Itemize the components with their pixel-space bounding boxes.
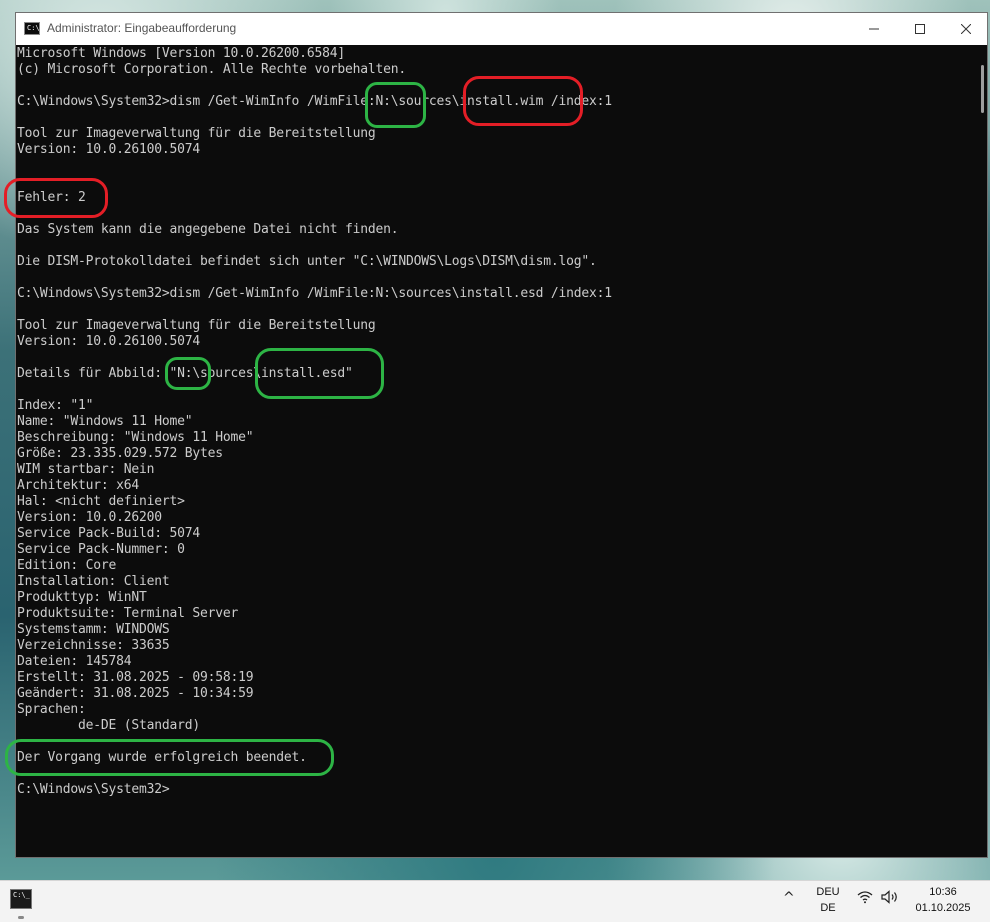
- maximize-button[interactable]: [897, 13, 943, 45]
- console-line: Index: "1": [17, 398, 94, 413]
- console-line: C:\Windows\System32>dism /Get-WimInfo /W…: [17, 286, 612, 301]
- console-line: Tool zur Imageverwaltung für die Bereits…: [17, 318, 376, 333]
- taskbar: C:\_ ^ DEU DE 10:36 01.10.2025: [0, 880, 990, 922]
- language-code: DEU: [816, 886, 840, 898]
- console-line: Verzeichnisse: 33635: [17, 638, 170, 653]
- minimize-button[interactable]: [851, 13, 897, 45]
- console-line: Beschreibung: "Windows 11 Home": [17, 430, 254, 445]
- close-button[interactable]: [943, 13, 989, 45]
- console-line: Version: 10.0.26100.5074: [17, 334, 201, 349]
- speaker-icon: [881, 890, 898, 904]
- annotation-circle-drive-esd: [165, 357, 211, 390]
- console-line: Die DISM-Protokolldatei befindet sich un…: [17, 254, 597, 269]
- console-line: (c) Microsoft Corporation. Alle Rechte v…: [17, 62, 406, 77]
- command-prompt-window: C:\_ Administrator: Eingabeaufforderung …: [15, 12, 988, 858]
- console-line: Größe: 23.335.029.572 Bytes: [17, 446, 223, 461]
- minimize-icon: [869, 28, 879, 30]
- console-line: Edition: Core: [17, 558, 117, 573]
- console-line: WIM startbar: Nein: [17, 462, 155, 477]
- annotation-circle-install-wim: [463, 76, 583, 126]
- window-title: Administrator: Eingabeaufforderung: [47, 21, 237, 35]
- console-line: Name: "Windows 11 Home": [17, 414, 193, 429]
- annotation-circle-error: [4, 178, 108, 218]
- console-line: C:\Windows\System32>: [17, 782, 170, 797]
- console-line: Erstellt: 31.08.2025 - 09:58:19: [17, 670, 254, 685]
- console-line: Tool zur Imageverwaltung für die Bereits…: [17, 126, 376, 141]
- console-line: Version: 10.0.26100.5074: [17, 142, 201, 157]
- console-line: Service Pack-Nummer: 0: [17, 542, 185, 557]
- active-app-indicator: [18, 916, 24, 919]
- tray-status-icons[interactable]: [857, 890, 899, 908]
- console-line: Hal: <nicht definiert>: [17, 494, 185, 509]
- console-output[interactable]: Microsoft Windows [Version 10.0.26200.65…: [16, 45, 973, 857]
- title-bar[interactable]: C:\_ Administrator: Eingabeaufforderung: [16, 13, 987, 45]
- console-line: Produkttyp: WinNT: [17, 590, 147, 605]
- console-line: Service Pack-Build: 5074: [17, 526, 201, 541]
- wifi-icon: [857, 891, 873, 904]
- command-prompt-icon: C:\_: [24, 22, 44, 35]
- clock-date: 01.10.2025: [915, 902, 971, 914]
- console-line: Version: 10.0.26200: [17, 510, 162, 525]
- clock-time: 10:36: [929, 886, 957, 898]
- chevron-up-icon[interactable]: ^: [783, 890, 795, 906]
- system-clock[interactable]: 10:36 01.10.2025: [905, 884, 981, 916]
- console-line: Microsoft Windows [Version 10.0.26200.65…: [17, 46, 345, 61]
- console-line: Geändert: 31.08.2025 - 10:34:59: [17, 686, 254, 701]
- keyboard-layout-code: DE: [820, 902, 836, 914]
- console-line: Dateien: 145784: [17, 654, 132, 669]
- console-line: Installation: Client: [17, 574, 170, 589]
- close-icon: [961, 24, 971, 34]
- console-line: Sprachen:: [17, 702, 86, 717]
- scrollbar-thumb[interactable]: [981, 65, 984, 113]
- console-line: de-DE (Standard): [17, 718, 201, 733]
- input-language-indicator[interactable]: DEU DE: [812, 884, 844, 916]
- console-line: Das System kann die angegebene Datei nic…: [17, 222, 399, 237]
- console-line: Produktsuite: Terminal Server: [17, 606, 239, 621]
- scrollbar[interactable]: [973, 45, 987, 857]
- maximize-icon: [915, 24, 925, 34]
- annotation-circle-install-esd: [255, 348, 384, 399]
- console-line: Architektur: x64: [17, 478, 140, 493]
- annotation-circle-drive-wim: [365, 82, 426, 128]
- annotation-circle-success: [5, 739, 334, 776]
- console-line: Systemstamm: WINDOWS: [17, 622, 170, 637]
- command-prompt-icon[interactable]: C:\_: [10, 889, 32, 909]
